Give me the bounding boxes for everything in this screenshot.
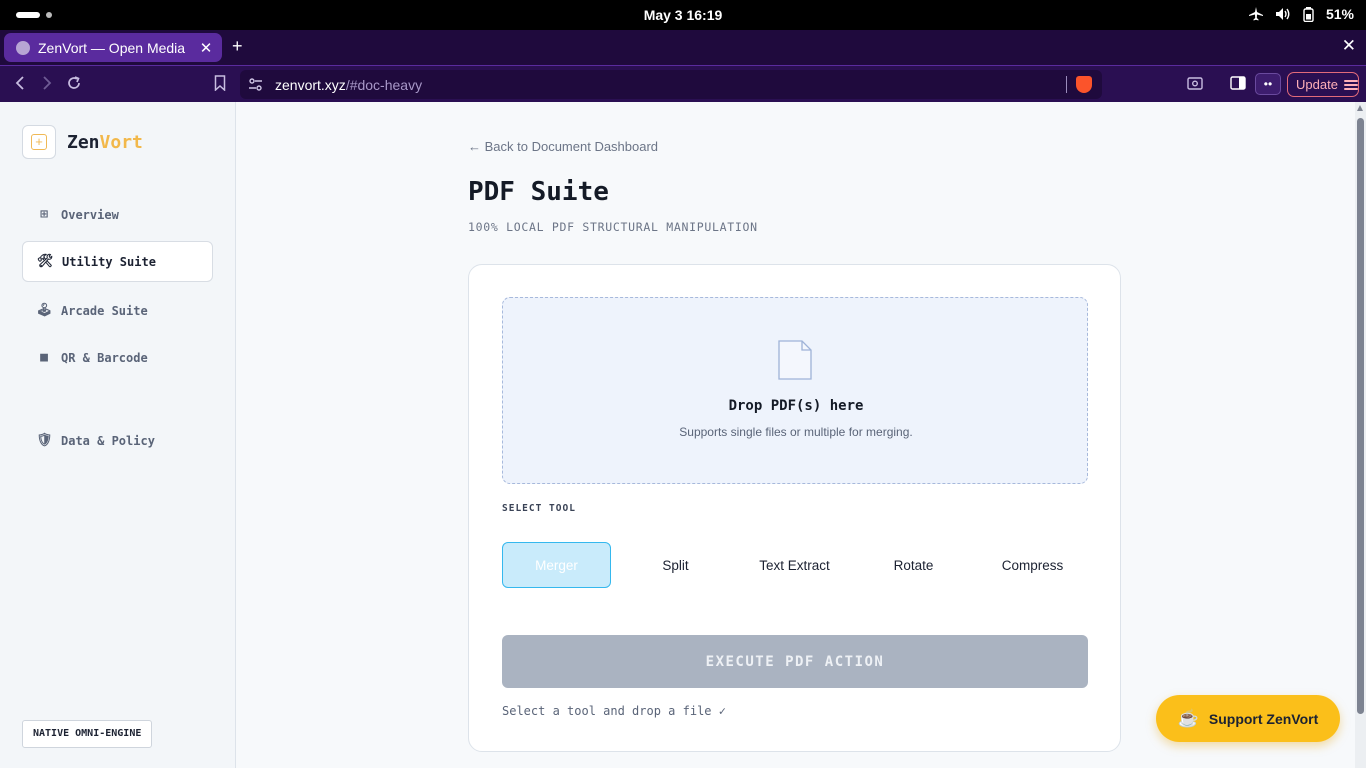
close-tab-icon[interactable]: ✕ xyxy=(198,39,214,57)
url-divider xyxy=(1066,76,1067,93)
grid-icon: ⊞ xyxy=(40,207,48,222)
os-top-bar: May 3 16:19 51% xyxy=(0,0,1366,30)
logo-icon: + xyxy=(22,125,56,159)
system-clock[interactable]: May 3 16:19 xyxy=(0,7,1366,23)
sidebar-item-label: Data & Policy xyxy=(61,433,155,448)
new-tab-icon[interactable]: + xyxy=(232,36,243,57)
tool-compress-button[interactable]: Compress xyxy=(978,542,1087,588)
dropzone-title: Drop PDF(s) here xyxy=(728,398,864,414)
browser-tab-strip: ZenVort — Open Media ✕ + ✕ xyxy=(0,30,1366,65)
forward-arrow-icon[interactable] xyxy=(40,75,54,91)
select-tool-label: SELECT TOOL xyxy=(502,503,576,514)
status-message: Select a tool and drop a file ✓ xyxy=(502,704,726,718)
file-dropzone[interactable]: Drop PDF(s) here Supports single files o… xyxy=(502,297,1088,484)
page-scrollbar[interactable] xyxy=(1355,102,1366,768)
page-title: PDF Suite xyxy=(468,177,609,207)
sidebar-item-label: Overview xyxy=(61,207,119,222)
screenshot-icon[interactable] xyxy=(1187,75,1203,91)
file-icon xyxy=(778,340,812,380)
page-subtitle: 100% LOCAL PDF STRUCTURAL MANIPULATION xyxy=(468,220,758,234)
tool-selector: Merger Split Text Extract Rotate Compres… xyxy=(502,542,1088,588)
brand-name: ZenVort xyxy=(67,132,143,153)
sidebar-item-data-policy[interactable]: 🛡 Data & Policy xyxy=(22,420,213,461)
sidebar-toggle-icon[interactable] xyxy=(1230,75,1246,91)
coffee-icon: ☕ xyxy=(1177,708,1199,728)
execute-pdf-action-button[interactable]: EXECUTE PDF ACTION xyxy=(502,635,1088,688)
brand-name-part2: Vort xyxy=(99,131,143,153)
status-area[interactable]: 51% xyxy=(1248,6,1354,22)
extension-button[interactable]: •• xyxy=(1255,73,1281,95)
qr-icon: ■ xyxy=(40,350,48,365)
update-button[interactable]: Update xyxy=(1287,72,1359,97)
site-settings-icon[interactable] xyxy=(248,77,263,92)
back-to-dashboard-link[interactable]: ← Back to Document Dashboard xyxy=(468,139,658,154)
browser-toolbar: zenvort.xyz/#doc-heavy •• Update xyxy=(0,65,1366,102)
support-label: Support ZenVort xyxy=(1208,710,1319,727)
url-text: zenvort.xyz/#doc-heavy xyxy=(275,77,422,93)
sidebar: + ZenVort ⊞ Overview 🛠 Utility Suite 🕹 A… xyxy=(0,102,236,768)
brave-shield-icon[interactable] xyxy=(1076,76,1092,93)
browser-tab-active[interactable]: ZenVort — Open Media ✕ xyxy=(4,33,222,62)
engine-badge: NATIVE OMNI-ENGINE xyxy=(22,720,153,748)
sidebar-item-arcade-suite[interactable]: 🕹 Arcade Suite xyxy=(22,290,213,331)
scrollbar-thumb[interactable] xyxy=(1357,118,1364,714)
sidebar-item-utility-suite[interactable]: 🛠 Utility Suite xyxy=(22,241,213,282)
dropzone-subtitle: Supports single files or multiple for me… xyxy=(679,425,913,439)
sidebar-item-label: Utility Suite xyxy=(62,254,156,269)
volume-icon xyxy=(1275,8,1290,20)
sidebar-item-label: Arcade Suite xyxy=(61,303,148,318)
sidebar-item-overview[interactable]: ⊞ Overview xyxy=(22,194,213,235)
tool-rotate-button[interactable]: Rotate xyxy=(859,542,968,588)
tab-title: ZenVort — Open Media xyxy=(38,39,186,56)
url-path: /#doc-heavy xyxy=(345,77,423,93)
main-content: ← Back to Document Dashboard PDF Suite 1… xyxy=(236,102,1355,768)
battery-percent: 51% xyxy=(1325,6,1354,22)
update-label: Update xyxy=(1296,77,1338,92)
tools-icon: 🛠 xyxy=(37,254,54,269)
support-zenvort-button[interactable]: ☕ Support ZenVort xyxy=(1156,695,1340,742)
shield-icon: 🛡 xyxy=(36,433,53,448)
menu-icon xyxy=(1343,78,1358,92)
scroll-up-icon[interactable] xyxy=(1357,105,1363,111)
tool-split-button[interactable]: Split xyxy=(621,542,730,588)
globe-icon xyxy=(16,40,30,55)
close-window-icon[interactable]: ✕ xyxy=(1342,36,1356,56)
tool-merger-button[interactable]: Merger xyxy=(502,542,611,588)
reload-icon[interactable] xyxy=(66,75,82,91)
joystick-icon: 🕹 xyxy=(36,303,53,318)
back-arrow-icon[interactable] xyxy=(13,75,27,91)
battery-icon xyxy=(1303,6,1314,22)
brand[interactable]: + ZenVort xyxy=(22,125,143,159)
brand-name-part1: Zen xyxy=(67,131,100,153)
sidebar-item-qr-barcode[interactable]: ■ QR & Barcode xyxy=(22,337,213,378)
sidebar-item-label: QR & Barcode xyxy=(61,350,148,365)
bookmark-icon[interactable] xyxy=(214,75,226,91)
airplane-mode-icon xyxy=(1248,7,1263,21)
tool-text-extract-button[interactable]: Text Extract xyxy=(740,542,849,588)
url-host: zenvort.xyz xyxy=(275,77,346,93)
pdf-tool-card: Drop PDF(s) here Supports single files o… xyxy=(468,264,1121,752)
address-bar[interactable]: zenvort.xyz/#doc-heavy xyxy=(240,70,1102,99)
